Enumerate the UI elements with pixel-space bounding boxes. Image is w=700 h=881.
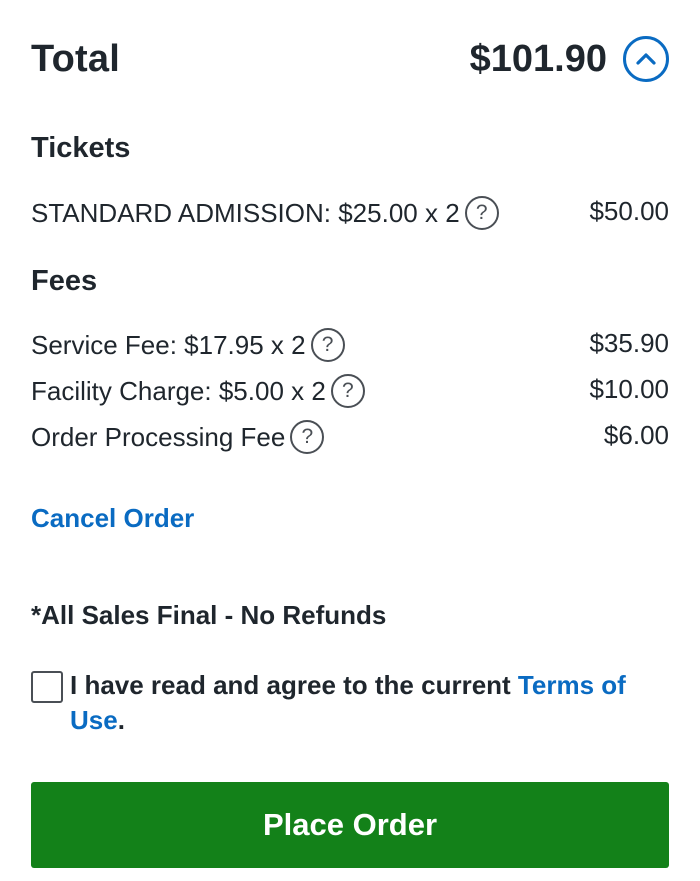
terms-checkbox[interactable] <box>31 671 63 703</box>
help-icon[interactable]: ? <box>464 196 499 230</box>
total-label: Total <box>31 37 120 80</box>
total-right: $101.90 <box>470 36 669 82</box>
terms-agreement: I have read and agree to the current Ter… <box>31 668 669 738</box>
ticket-line-label: STANDARD ADMISSION: $25.00 x 2 <box>31 197 460 228</box>
no-refunds-notice: *All Sales Final - No Refunds <box>31 600 387 630</box>
help-icon[interactable]: ? <box>290 420 325 454</box>
total-row: Total $101.90 <box>31 30 669 88</box>
terms-text: I have read and agree to the current Ter… <box>70 668 669 738</box>
terms-prefix: I have read and agree to the current <box>70 670 518 700</box>
fee-line-facility: Facility Charge: $5.00 x 2 ? $10.00 <box>31 374 669 408</box>
fee-line-order-processing: Order Processing Fee ? $6.00 <box>31 420 669 454</box>
ticket-line-amount: $50.00 <box>589 196 669 226</box>
ticket-line-standard-admission: STANDARD ADMISSION: $25.00 x 2 ? $50.00 <box>31 196 669 230</box>
chevron-up-icon <box>636 53 656 65</box>
tickets-heading: Tickets <box>31 132 131 164</box>
help-icon[interactable]: ? <box>330 374 365 408</box>
fee-line-label: Service Fee: $17.95 x 2 <box>31 329 306 360</box>
cancel-order-link[interactable]: Cancel Order <box>31 503 194 534</box>
terms-suffix: . <box>117 705 125 735</box>
fee-line-label: Order Processing Fee <box>31 421 286 452</box>
order-summary: Total $101.90 Tickets STANDARD ADMISSION… <box>0 0 700 881</box>
fee-line-label: Facility Charge: $5.00 x 2 <box>31 375 326 406</box>
total-amount: $101.90 <box>469 37 607 80</box>
fee-line-amount: $10.00 <box>589 374 669 404</box>
fee-line-amount: $6.00 <box>603 420 669 450</box>
place-order-button[interactable]: Place Order <box>31 782 669 868</box>
help-icon[interactable]: ? <box>310 328 345 362</box>
fee-line-service: Service Fee: $17.95 x 2 ? $35.90 <box>31 328 669 362</box>
fee-line-amount: $35.90 <box>589 328 669 358</box>
fees-heading: Fees <box>31 265 98 297</box>
collapse-summary-button[interactable] <box>623 36 669 82</box>
